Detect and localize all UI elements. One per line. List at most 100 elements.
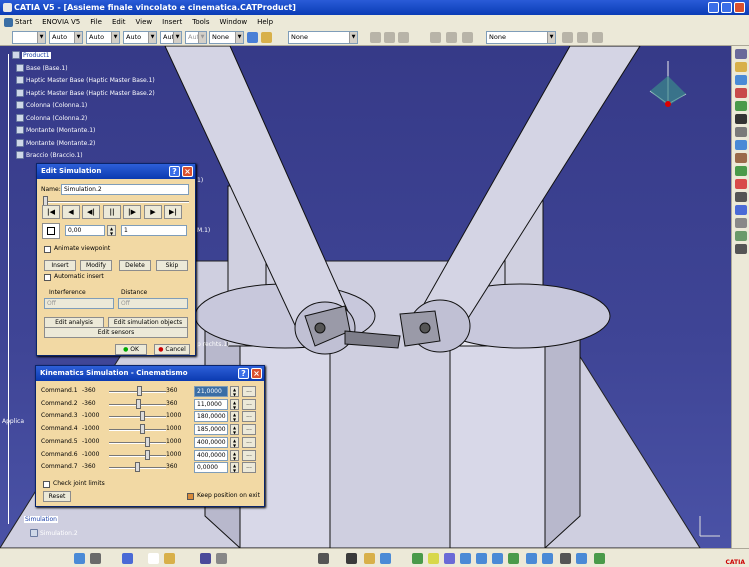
menu-enovia[interactable]: ENOVIA V5	[37, 18, 85, 26]
command-spinner[interactable]: ▲ ▼	[230, 411, 239, 423]
command-value-field[interactable]: 400,0000	[194, 449, 228, 461]
command-more-button[interactable]: ...	[242, 462, 256, 474]
help-button[interactable]: ?	[238, 368, 249, 379]
select-icon[interactable]	[734, 49, 747, 59]
command-spinner[interactable]: ▲ ▼	[230, 386, 239, 397]
command-value-field[interactable]: 400,0000	[194, 436, 228, 448]
menu-insert[interactable]: Insert	[157, 18, 187, 26]
print-icon[interactable]	[216, 553, 227, 564]
law-icon[interactable]	[734, 205, 747, 215]
back-icon[interactable]	[90, 553, 101, 564]
tree-node-simulation-child[interactable]: Simulation.2	[30, 529, 78, 537]
zoom-in-icon[interactable]	[476, 553, 487, 564]
play-backward-button[interactable]: ◀|	[82, 205, 100, 219]
table-icon[interactable]	[734, 218, 747, 228]
lineweight-select[interactable]: Auto ▼	[123, 31, 157, 44]
step-forward-button[interactable]: ▶	[144, 205, 162, 219]
insert-button[interactable]: Insert	[44, 260, 76, 271]
view-filter-icon[interactable]	[562, 32, 573, 43]
text-icon[interactable]	[384, 32, 395, 43]
time-spinner[interactable]: ▲ ▼	[107, 225, 116, 236]
clash-icon[interactable]	[734, 179, 747, 189]
color-select[interactable]: ▼	[12, 31, 46, 44]
command-slider-thumb[interactable]	[136, 398, 142, 409]
command-spinner[interactable]: ▲ ▼	[230, 398, 239, 410]
command-slider-thumb[interactable]	[136, 386, 142, 396]
maximize-button[interactable]	[721, 2, 732, 13]
measure-icon[interactable]	[430, 32, 441, 43]
command-slider-thumb[interactable]	[135, 462, 140, 473]
command-slider[interactable]	[109, 416, 166, 419]
minimize-button[interactable]	[708, 2, 719, 13]
catalog-icon[interactable]	[346, 553, 357, 564]
close-button[interactable]	[734, 2, 745, 13]
mechanism-icon[interactable]	[734, 75, 747, 85]
menu-edit[interactable]: Edit	[107, 18, 131, 26]
render-style-icon[interactable]	[542, 553, 553, 564]
command-value-field[interactable]: 21,0000	[194, 386, 228, 397]
delete-button[interactable]: Delete	[119, 260, 151, 271]
view-format-icon[interactable]	[577, 32, 588, 43]
rotate-icon[interactable]	[460, 553, 471, 564]
ok-button[interactable]: ● OK	[115, 344, 147, 355]
command-slider[interactable]	[109, 429, 166, 432]
layer-select[interactable]: None ▼	[209, 31, 244, 44]
folder-icon[interactable]	[364, 553, 375, 564]
simulate-icon[interactable]	[734, 101, 747, 111]
simulation-name-field[interactable]: Simulation.2	[61, 184, 189, 195]
camera-icon[interactable]	[734, 114, 747, 124]
search-icon[interactable]	[122, 553, 133, 564]
distance-select[interactable]: Off	[118, 298, 188, 309]
command-value-field[interactable]: 0,0000	[194, 462, 228, 474]
tree-node[interactable]: Colonna (Colonna.1)	[16, 101, 87, 109]
tree-node[interactable]: Montante (Montante.2)	[16, 139, 95, 147]
material-select[interactable]: None ▼	[486, 31, 556, 44]
properties-painter-icon[interactable]	[261, 32, 272, 43]
tree-node-root[interactable]: Product1	[12, 51, 51, 59]
menu-file[interactable]: File	[85, 18, 107, 26]
command-slider[interactable]	[109, 454, 166, 457]
tree-node[interactable]: Haptic Master Base (Haptic Master Base.1…	[16, 76, 155, 84]
point-select[interactable]: Aut ▼	[160, 31, 182, 44]
tree-node[interactable]: Braccio (Braccio.1)	[16, 151, 83, 159]
command-spinner[interactable]: ▲ ▼	[230, 462, 239, 474]
check-joint-limits-checkbox[interactable]	[43, 481, 50, 488]
command-value-field[interactable]: 11,0000	[194, 398, 228, 410]
jump-to-start-button[interactable]: |◀	[42, 205, 60, 219]
menu-tools[interactable]: Tools	[187, 18, 214, 26]
view-style-icon[interactable]	[592, 32, 603, 43]
measure-item-icon[interactable]	[446, 32, 457, 43]
command-slider-thumb[interactable]	[145, 436, 151, 447]
tree-node[interactable]: Colonna (Colonna.2)	[16, 114, 87, 122]
help-button[interactable]: ?	[169, 166, 180, 177]
command-slider-thumb[interactable]	[139, 424, 145, 435]
joint-icon[interactable]	[734, 88, 747, 98]
hide-show-icon[interactable]	[560, 553, 571, 564]
normal-view-icon[interactable]	[508, 553, 519, 564]
command-more-button[interactable]: ...	[242, 386, 256, 397]
reset-button[interactable]: Reset	[43, 491, 71, 502]
formula-icon[interactable]	[734, 192, 747, 202]
command-slider-thumb[interactable]	[145, 449, 151, 460]
gear-icon[interactable]	[734, 127, 747, 137]
tree-node[interactable]: Base (Base.1)	[16, 64, 68, 72]
tree-node[interactable]: Montante (Montante.1)	[16, 126, 95, 134]
command-more-button[interactable]: ...	[242, 411, 256, 423]
play-forward-button[interactable]: |▶	[123, 205, 141, 219]
menu-view[interactable]: View	[131, 18, 158, 26]
command-more-button[interactable]: ...	[242, 398, 256, 410]
keep-position-checkbox[interactable]	[187, 493, 194, 500]
menu-start[interactable]: Start	[0, 17, 37, 27]
command-slider[interactable]	[109, 441, 166, 444]
pause-button[interactable]: ||	[103, 205, 121, 219]
clipboard-icon[interactable]	[380, 553, 391, 564]
cancel-button[interactable]: ● Cancel	[154, 344, 190, 355]
command-more-button[interactable]: ...	[242, 449, 256, 461]
replay-icon[interactable]	[734, 153, 747, 163]
jump-to-end-button[interactable]: ▶|	[164, 205, 182, 219]
style-select[interactable]: None ▼	[288, 31, 358, 44]
interference-select[interactable]: Off	[44, 298, 114, 309]
command-more-button[interactable]: ...	[242, 436, 256, 448]
command-spinner[interactable]: ▲ ▼	[230, 424, 239, 436]
zoom-out-icon[interactable]	[492, 553, 503, 564]
